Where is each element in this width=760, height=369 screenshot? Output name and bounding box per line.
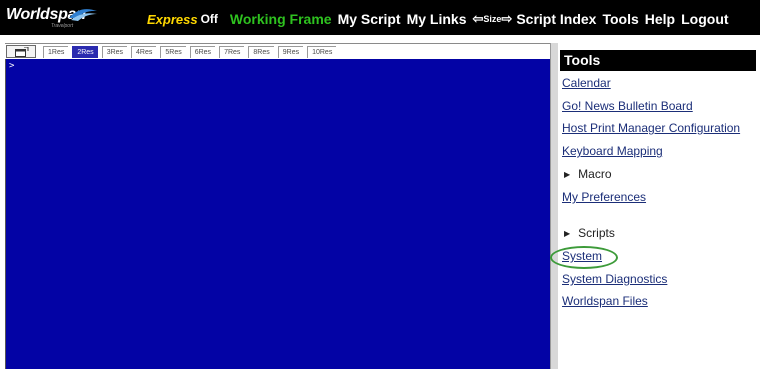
tool-group-macro-label: Macro [578, 167, 612, 181]
res-tab-strip: 1Res 2Res 3Res 4Res 5Res 6Res 7Res 8Res … [5, 43, 550, 60]
menu-working-frame[interactable]: Working Frame [230, 11, 332, 27]
tab-7res[interactable]: 7Res [219, 46, 245, 58]
terminal-prompt: > [9, 61, 15, 71]
tools-panel-title: Tools [560, 50, 756, 71]
expand-arrow-icon: ▶ [564, 170, 571, 179]
tab-5res[interactable]: 5Res [160, 46, 186, 58]
tool-group-scripts-label: Scripts [578, 226, 615, 240]
menu-my-links[interactable]: My Links [407, 11, 467, 27]
tab-9res[interactable]: 9Res [277, 46, 304, 58]
expand-arrow-icon: ▶ [564, 229, 571, 238]
tool-link-go-news[interactable]: Go! News Bulletin Board [562, 99, 693, 113]
tab-6res[interactable]: 6Res [189, 46, 216, 58]
tool-link-calendar[interactable]: Calendar [562, 76, 611, 90]
window-icon [15, 47, 29, 57]
size-decrease-icon[interactable]: ⇦ [473, 11, 484, 27]
brand-tagline: Travelport [51, 23, 74, 29]
tab-10res[interactable]: 10Res [307, 46, 337, 58]
menu-logout[interactable]: Logout [681, 11, 728, 27]
tool-group-scripts[interactable]: ▶ Scripts [564, 226, 615, 240]
tools-panel: Tools Calendar Go! News Bulletin Board H… [560, 50, 756, 308]
tool-link-my-preferences[interactable]: My Preferences [562, 190, 646, 204]
tool-link-worldspan-files[interactable]: Worldspan Files [562, 294, 648, 308]
tab-2res[interactable]: 2Res [72, 46, 98, 58]
menu-tools[interactable]: Tools [602, 11, 638, 27]
top-menu-bar: Worldspan Travelport Express Off Working… [0, 0, 760, 35]
main-menu: Express Off Working Frame My Script My L… [147, 10, 735, 28]
menu-help[interactable]: Help [645, 11, 675, 27]
tab-8res[interactable]: 8Res [248, 46, 274, 58]
swoosh-icon [69, 9, 97, 21]
tool-group-macro[interactable]: ▶ Macro [564, 167, 612, 181]
terminal-scrollbar[interactable] [550, 43, 558, 369]
tab-4res[interactable]: 4Res [131, 46, 157, 58]
tab-1res[interactable]: 1Res [43, 46, 69, 58]
new-window-button[interactable] [6, 45, 36, 58]
tool-link-host-print-manager[interactable]: Host Print Manager Configuration [562, 121, 740, 135]
size-control[interactable]: ⇦ Size ⇨ [473, 11, 513, 27]
worldspan-logo[interactable]: Worldspan Travelport [6, 6, 126, 32]
system-highlight-ring [550, 246, 618, 269]
menu-express[interactable]: Express [147, 12, 198, 27]
tool-link-system-diagnostics[interactable]: System Diagnostics [562, 272, 667, 286]
express-state[interactable]: Off [201, 12, 218, 26]
size-increase-icon[interactable]: ⇨ [501, 11, 512, 27]
tool-link-keyboard-mapping[interactable]: Keyboard Mapping [562, 144, 663, 158]
menu-script-index[interactable]: Script Index [516, 11, 596, 27]
menu-my-script[interactable]: My Script [338, 11, 401, 27]
res-tabs: 1Res 2Res 3Res 4Res 5Res 6Res 7Res 8Res … [43, 46, 340, 58]
tab-3res[interactable]: 3Res [101, 46, 128, 58]
terminal-screen[interactable]: > [5, 59, 550, 369]
size-label: Size [483, 14, 502, 24]
